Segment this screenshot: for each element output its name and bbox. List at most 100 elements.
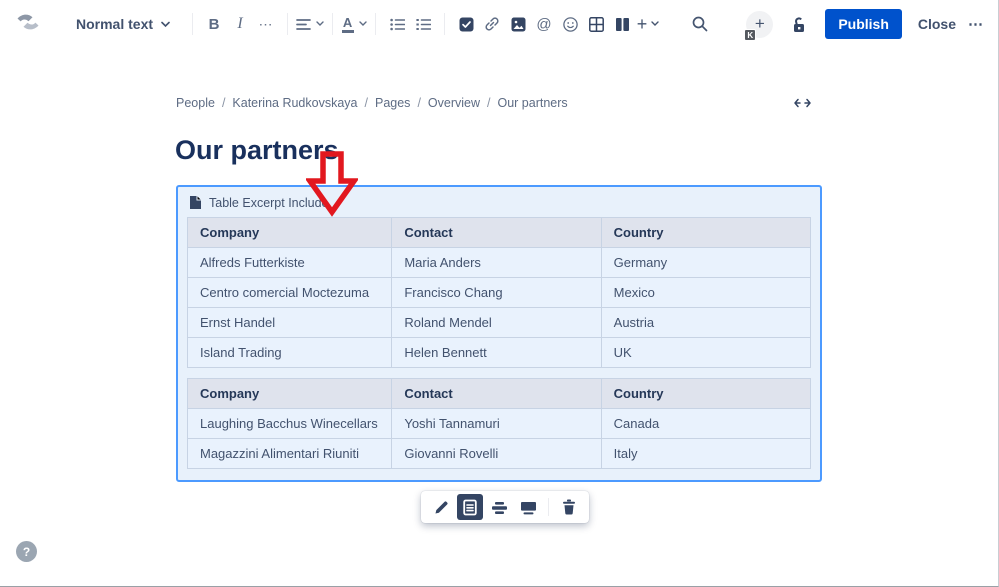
chevron-down-icon (316, 21, 324, 26)
toolbar-divider (548, 498, 549, 516)
help-button[interactable]: ? (16, 541, 37, 562)
confluence-logo-icon (14, 9, 42, 40)
confluence-editor: { "toolbar": { "style_dropdown_label": "… (0, 0, 999, 587)
image-button[interactable] (505, 11, 531, 37)
table-icon (588, 16, 604, 32)
table-cell: Island Trading (186, 337, 393, 368)
table-cell: Italy (600, 438, 812, 469)
column-header: Contact (391, 378, 602, 409)
excerpt-table: Company Contact Country Laughing Bacchus Wi… (186, 378, 812, 469)
table-header-row: Company Contact Country (186, 378, 812, 409)
layout-full-width-button[interactable] (515, 494, 541, 520)
layout-wide-icon (491, 501, 507, 514)
bold-button[interactable]: B (201, 11, 227, 37)
task-list-button[interactable] (453, 11, 479, 37)
numbered-list-button[interactable] (410, 11, 436, 37)
task-checkbox-icon (459, 17, 474, 31)
bullet-list-icon (389, 18, 405, 30)
close-button[interactable]: Close (918, 16, 956, 32)
user-avatar[interactable]: K (723, 9, 757, 41)
search-button[interactable] (687, 11, 713, 37)
chevron-down-icon (358, 21, 367, 26)
breadcrumb-item[interactable]: Pages (375, 96, 410, 110)
table-cell: Laughing Bacchus Winecellars (186, 408, 393, 439)
toolbar-divider (332, 13, 334, 35)
mention-button[interactable]: @ (531, 11, 557, 37)
toolbar-divider (192, 13, 194, 35)
more-formatting-button[interactable]: ⋯ (253, 11, 279, 37)
avatar-badge: K (744, 29, 757, 41)
restrictions-button[interactable] (785, 11, 811, 37)
breadcrumb-item[interactable]: Katerina Rudkovskaya (232, 96, 357, 110)
page-title[interactable]: Our partners (175, 135, 339, 166)
table-header-row: Company Contact Country (186, 217, 812, 248)
table-cell: Ernst Handel (186, 307, 393, 338)
column-header: Country (600, 378, 812, 409)
alignment-button[interactable] (296, 11, 324, 37)
link-icon (485, 17, 499, 31)
table-cell: UK (600, 337, 812, 368)
unlock-icon (793, 16, 804, 32)
table-cell: Alfreds Futterkiste (186, 247, 393, 278)
table-button[interactable] (583, 11, 609, 37)
table-cell: Roland Mendel (391, 307, 602, 338)
column-header: Contact (391, 217, 602, 248)
table-gap (187, 368, 811, 378)
trash-icon (563, 499, 575, 515)
more-actions-button[interactable]: ⋯ (968, 15, 984, 33)
chevron-down-icon (161, 21, 170, 27)
table-cell: Helen Bennett (391, 337, 602, 368)
editor-toolbar: Normal text B I ⋯ A @ + K + Publish Clos… (0, 0, 998, 48)
table-row: Island Trading Helen Bennett UK (186, 337, 812, 368)
delete-macro-button[interactable] (556, 494, 582, 520)
numbered-list-icon (415, 18, 431, 30)
text-color-icon: A (341, 16, 354, 33)
text-color-button[interactable]: A (341, 11, 367, 37)
breadcrumb-separator: / (487, 96, 491, 110)
table-row: Laughing Bacchus Winecellars Yoshi Tannam… (186, 408, 812, 439)
table-cell: Francisco Chang (391, 277, 602, 308)
breadcrumb-item[interactable]: Overview (428, 96, 480, 110)
plus-icon: + (636, 14, 648, 34)
toolbar-divider (287, 13, 289, 35)
column-header: Country (600, 217, 812, 248)
align-left-icon (296, 18, 311, 30)
breadcrumb-separator: / (417, 96, 421, 110)
text-style-dropdown[interactable]: Normal text (76, 16, 170, 32)
breadcrumb-item[interactable]: People (176, 96, 215, 110)
toolbar-divider (444, 13, 446, 35)
emoji-button[interactable] (557, 11, 583, 37)
breadcrumb-separator: / (364, 96, 368, 110)
table-cell: Germany (600, 247, 812, 278)
layout-wide-button[interactable] (486, 494, 512, 520)
layout-full-width-icon (520, 501, 536, 514)
layouts-button[interactable] (609, 11, 635, 37)
table-excerpt-include-macro[interactable]: Table Excerpt Include Company Contact Coun… (176, 185, 822, 482)
expand-width-button[interactable] (789, 94, 815, 112)
insert-button[interactable]: + (635, 11, 661, 37)
document-icon (190, 196, 201, 209)
expand-arrows-icon (793, 98, 811, 108)
chevron-down-icon (651, 21, 659, 26)
search-icon (692, 16, 708, 32)
italic-button[interactable]: I (227, 11, 253, 37)
publish-button[interactable]: Publish (825, 9, 902, 39)
macro-tables: Company Contact Country Alfreds Futterkiste… (178, 217, 820, 469)
pencil-icon (435, 500, 448, 513)
table-cell: Magazzini Alimentari Riuniti (186, 438, 393, 469)
bullet-list-button[interactable] (384, 11, 410, 37)
excerpt-table: Company Contact Country Alfreds Futterkiste… (186, 217, 812, 368)
column-header: Company (186, 217, 393, 248)
emoji-icon (562, 16, 578, 32)
table-row: Alfreds Futterkiste Maria Anders Germany (186, 247, 812, 278)
layout-center-button[interactable] (457, 494, 483, 520)
breadcrumb-item[interactable]: Our partners (498, 96, 568, 110)
image-icon (511, 17, 526, 31)
edit-macro-button[interactable] (428, 494, 454, 520)
table-cell: Centro comercial Moctezuma (186, 277, 393, 308)
column-header: Company (186, 378, 393, 409)
layout-center-icon (463, 499, 477, 515)
breadcrumb: People / Katerina Rudkovskaya / Pages / Overvi… (176, 96, 568, 110)
link-button[interactable] (479, 11, 505, 37)
table-cell: Austria (600, 307, 812, 338)
